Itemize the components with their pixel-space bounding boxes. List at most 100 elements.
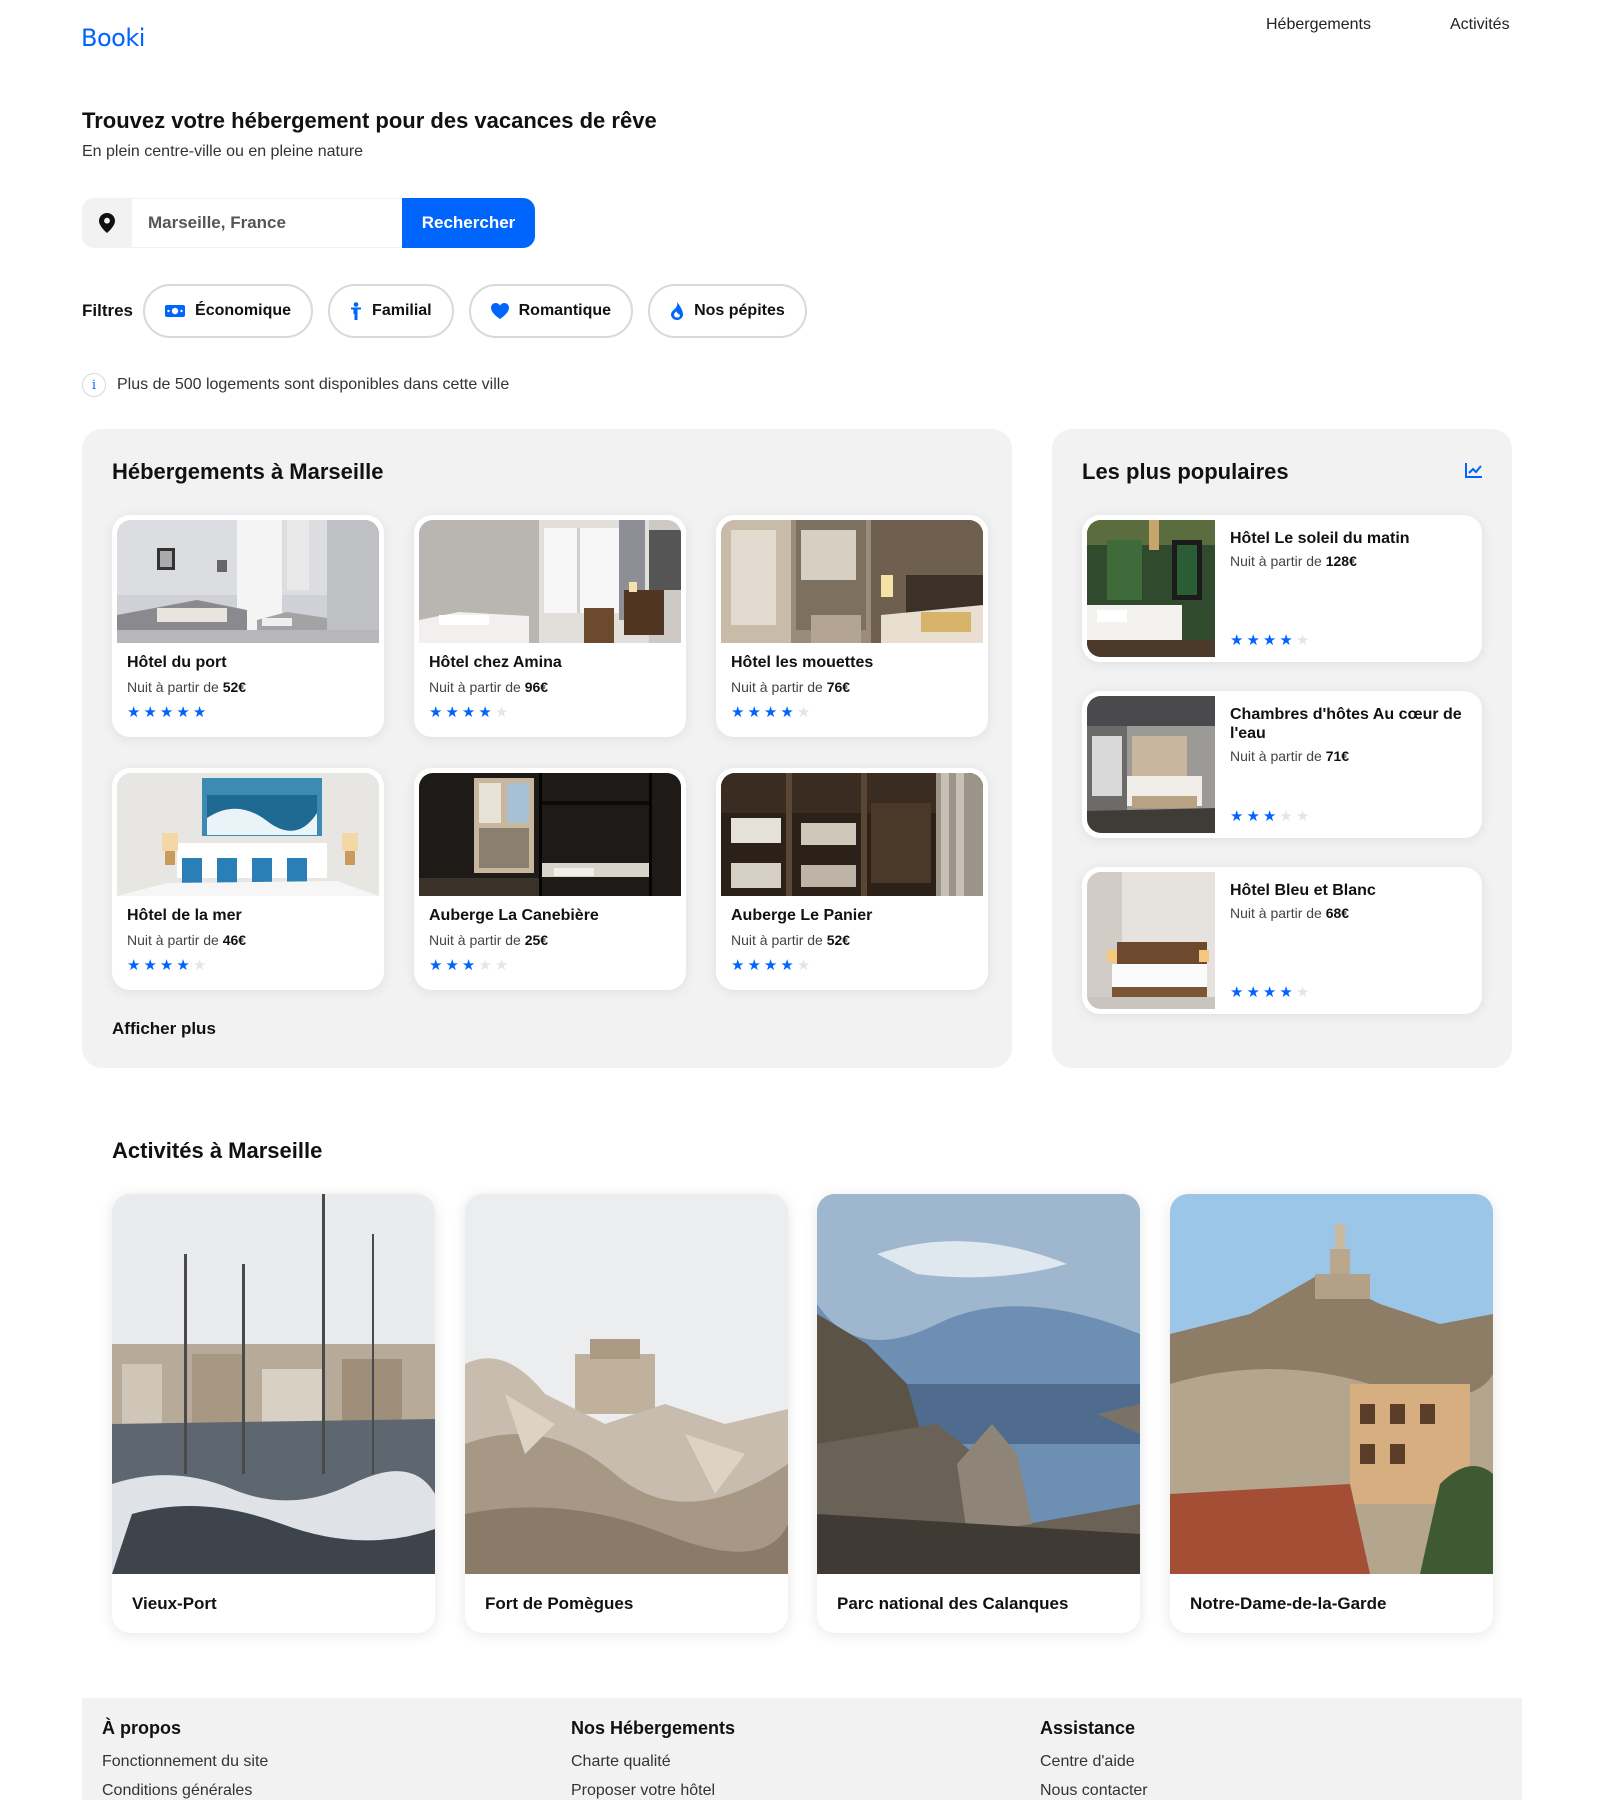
star-filled-icon: ★ [780,704,794,721]
filter-pepites[interactable]: Nos pépites [648,284,807,338]
hotel-name: Hôtel du port [127,654,227,671]
popular-card[interactable]: Hôtel Le soleil du matin Nuit à partir d… [1082,515,1482,662]
page-subtitle: En plein centre-ville ou en pleine natur… [82,143,364,160]
footer-col-apropos: À propos Fonctionnement du site Conditio… [102,1718,268,1800]
star-empty-icon: ★ [494,704,509,721]
search-bar: Rechercher [82,198,535,248]
star-filled-icon: ★ [763,957,778,974]
star-filled-icon: ★ [478,704,492,721]
rating-stars: ★ ★ ★ ★ ★ [127,705,209,720]
show-more-link[interactable]: Afficher plus [112,1019,216,1039]
hotel-image [117,520,379,643]
activity-card[interactable]: Notre-Dame-de-la-Garde [1170,1194,1493,1633]
star-empty-icon: ★ [796,704,811,721]
star-filled-icon: ★ [1246,632,1260,649]
footer-link[interactable]: Fonctionnement du site [102,1753,268,1771]
rating-stars: ★ ★ ★ ★ ★ [1230,633,1312,648]
hotel-name: Hôtel Bleu et Blanc [1230,882,1376,899]
star-filled-icon: ★ [1279,984,1293,1001]
hotel-name: Hôtel de la mer [127,907,242,924]
info-banner: i Plus de 500 logements sont disponibles… [82,373,509,397]
hotel-image [1087,872,1215,1009]
footer-col-assistance: Assistance Centre d'aide Nous contacter [1040,1718,1148,1800]
rating-stars: ★ ★ ★ ★ ★ [1230,809,1312,824]
header: Booki Hébergements Activités [0,0,1600,70]
star-empty-icon: ★ [494,957,509,974]
star-filled-icon: ★ [176,957,190,974]
activites-title: Activités à Marseille [112,1138,323,1163]
hotel-price: Nuit à partir de 25€ [429,932,549,948]
star-filled-icon: ★ [461,957,476,974]
hotel-name: Auberge La Canebière [429,907,599,924]
logo[interactable]: Booki [81,24,145,52]
filter-label: Romantique [518,302,612,319]
star-empty-icon: ★ [478,957,492,974]
activity-card[interactable]: Vieux-Port [112,1194,435,1633]
hotel-image [419,773,681,896]
hotel-name: Chambres d'hôtes Au cœur de l'eau [1230,706,1462,742]
footer-link[interactable]: Nous contacter [1040,1782,1148,1800]
popular-card[interactable]: Chambres d'hôtes Au cœur de l'eau Nuit à… [1082,691,1482,838]
star-filled-icon: ★ [747,704,761,721]
hotel-image [419,520,681,643]
star-filled-icon: ★ [127,957,141,974]
info-text: Plus de 500 logements sont disponibles d… [117,376,510,393]
nav-hebergements[interactable]: Hébergements [1266,16,1371,34]
nav-activites[interactable]: Activités [1450,16,1510,34]
star-empty-icon: ★ [1295,984,1310,1001]
hotel-image [1087,520,1215,657]
star-filled-icon: ★ [445,704,459,721]
activity-name: Parc national des Calanques [837,1594,1069,1613]
hotel-price: Nuit à partir de 128€ [1230,553,1357,569]
star-filled-icon: ★ [1262,984,1277,1001]
hotel-card[interactable]: Hôtel chez Amina Nuit à partir de 96€ ★ ★… [414,515,686,737]
footer-link[interactable]: Conditions générales [102,1782,268,1800]
rating-stars: ★ ★ ★ ★ ★ [429,705,511,720]
hotel-card[interactable]: Auberge La Canebière Nuit à partir de 25… [414,768,686,990]
hotel-card[interactable]: Hôtel de la mer Nuit à partir de 46€ ★ ★ ★… [112,768,384,990]
child-icon [351,302,362,320]
footer-link[interactable]: Proposer votre hôtel [571,1782,735,1800]
star-filled-icon: ★ [1230,984,1244,1001]
filter-romantique[interactable]: Romantique [468,284,634,338]
star-filled-icon: ★ [127,704,141,721]
star-filled-icon: ★ [731,704,745,721]
star-filled-icon: ★ [1246,984,1260,1001]
footer-heading: Assistance [1040,1718,1136,1738]
star-filled-icon: ★ [1246,808,1260,825]
activity-card[interactable]: Parc national des Calanques [817,1194,1140,1633]
popular-panel: Les plus populaires Hôtel Le soleil du m… [1052,429,1512,1068]
footer-link[interactable]: Centre d'aide [1040,1753,1148,1771]
hotel-card[interactable]: Auberge Le Panier Nuit à partir de 52€ ★… [716,768,988,990]
hotel-image [721,773,983,896]
hotel-price: Nuit à partir de 52€ [127,679,247,695]
chart-line-icon [1465,463,1482,478]
info-icon: i [82,373,106,397]
activity-image [817,1194,1140,1574]
rating-stars: ★ ★ ★ ★ ★ [127,958,209,973]
rating-stars: ★ ★ ★ ★ ★ [1230,985,1312,1000]
search-button[interactable]: Rechercher [402,198,535,248]
star-filled-icon: ★ [143,957,157,974]
activity-image [112,1194,435,1574]
hotel-image [1087,696,1215,833]
popular-card[interactable]: Hôtel Bleu et Blanc Nuit à partir de 68€… [1082,867,1482,1014]
activity-image [1170,1194,1493,1574]
hotel-card[interactable]: Hôtel les mouettes Nuit à partir de 76€ … [716,515,988,737]
filter-familial[interactable]: Familial [328,284,454,338]
hotel-card[interactable]: Hôtel du port Nuit à partir de 52€ ★ ★ ★ ★ ★ [112,515,384,737]
activity-name: Fort de Pomègues [485,1594,634,1613]
fire-icon [671,302,684,320]
hotel-price: Nuit à partir de 52€ [731,932,851,948]
activity-card[interactable]: Fort de Pomègues [465,1194,788,1633]
footer-heading: À propos [102,1718,181,1738]
star-filled-icon: ★ [445,957,459,974]
search-input[interactable] [132,198,402,248]
star-filled-icon: ★ [1230,632,1244,649]
rating-stars: ★ ★ ★ ★ ★ [429,958,511,973]
star-filled-icon: ★ [1279,632,1293,649]
hebergements-title: Hébergements à Marseille [112,459,384,484]
star-filled-icon: ★ [780,957,794,974]
filter-economique[interactable]: Économique [143,284,314,338]
footer-link[interactable]: Charte qualité [571,1753,735,1771]
